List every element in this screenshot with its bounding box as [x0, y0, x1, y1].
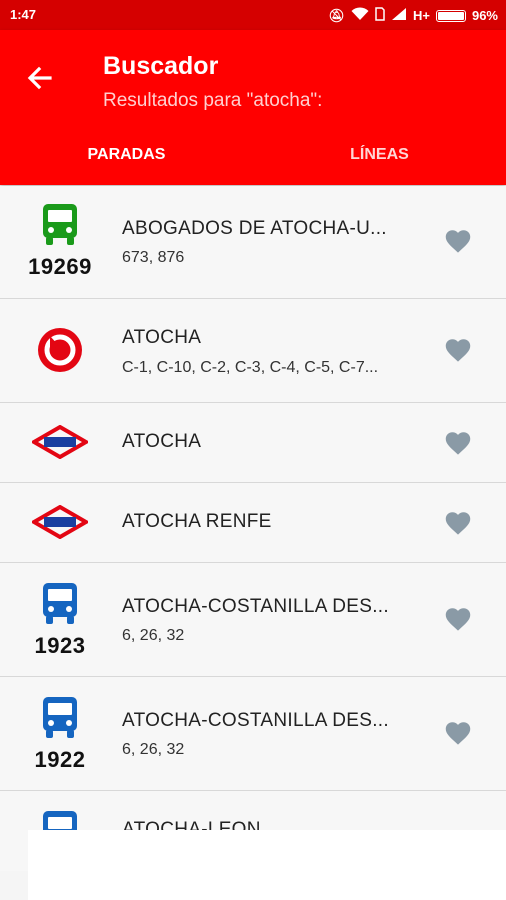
heart-icon[interactable]	[444, 510, 472, 536]
metro-icon	[32, 425, 88, 459]
stop-icon-box	[20, 425, 100, 459]
stop-name: ATOCHA RENFE	[122, 511, 272, 532]
list-item[interactable]: 1923 ATOCHA-COSTANILLA DES... 6, 26, 32	[0, 563, 506, 677]
stop-name: ATOCHA	[122, 431, 202, 452]
stop-name: ATOCHA-COSTANILLA DES...	[122, 710, 389, 731]
list-item[interactable]: 1922 ATOCHA-COSTANILLA DES... 6, 26, 32	[0, 677, 506, 791]
stop-name: ATOCHA-COSTANILLA DES...	[122, 596, 389, 617]
sim-icon	[375, 7, 385, 24]
metro-icon	[32, 505, 88, 539]
results-list: 19269 ABOGADOS DE ATOCHA-U... 673, 876 A…	[0, 186, 506, 871]
heart-icon[interactable]	[444, 720, 472, 746]
list-item[interactable]: ATOCHA RENFE	[0, 483, 506, 563]
stop-lines: C-1, C-10, C-2, C-3, C-4, C-5, C-7...	[122, 359, 379, 376]
network-type: H+	[412, 8, 430, 23]
heart-icon[interactable]	[444, 606, 472, 632]
stop-name: ABOGADOS DE ATOCHA-U...	[122, 218, 387, 239]
stop-lines: 6, 26, 32	[122, 741, 185, 758]
tab-paradas[interactable]: PARADAS	[0, 133, 253, 185]
heart-icon[interactable]	[444, 430, 472, 456]
status-time: 1:47	[10, 7, 37, 22]
stop-icon-box: 1922	[20, 697, 100, 773]
stop-icon-box	[20, 505, 100, 539]
wifi-icon	[351, 7, 369, 24]
tab-lineas[interactable]: LÍNEAS	[253, 133, 506, 185]
arrow-back-icon[interactable]	[22, 60, 58, 96]
signal-icon	[391, 7, 407, 24]
stop-code: 19269	[28, 254, 92, 279]
app-bar: Buscador Resultados para "atocha": PARAD…	[0, 30, 506, 185]
stop-icon-box: 19269	[20, 204, 100, 280]
heart-icon[interactable]	[444, 337, 472, 363]
mute-icon: 🔕︎	[328, 7, 345, 23]
page-subtitle: Resultados para "atocha":	[103, 90, 323, 111]
stop-icon-box: 1923	[20, 583, 100, 659]
stop-name: ATOCHA	[122, 327, 202, 348]
battery-icon	[435, 9, 466, 22]
tab-bar: PARADAS LÍNEAS	[0, 133, 506, 185]
heart-icon[interactable]	[444, 228, 472, 254]
bus-icon	[43, 697, 77, 738]
status-bar: 1:47 🔕︎ H+ 96%	[0, 0, 506, 30]
status-icons: 🔕︎ H+ 96%	[328, 7, 498, 24]
bus-icon	[43, 583, 77, 624]
list-item[interactable]: ATOCHA	[0, 403, 506, 483]
stop-icon-box	[20, 326, 100, 374]
stop-lines: 673, 876	[122, 249, 185, 266]
page-title: Buscador	[103, 52, 219, 80]
bottom-overlay	[28, 830, 506, 900]
stop-lines: 6, 26, 32	[122, 627, 185, 644]
bus-icon	[43, 204, 77, 245]
list-item[interactable]: ATOCHA C-1, C-10, C-2, C-3, C-4, C-5, C-…	[0, 299, 506, 403]
list-item[interactable]: 19269 ABOGADOS DE ATOCHA-U... 673, 876	[0, 186, 506, 299]
stop-code: 1922	[34, 747, 86, 772]
battery-level: 96%	[471, 8, 498, 23]
cercanias-icon	[38, 328, 82, 372]
stop-code: 1923	[34, 633, 86, 658]
